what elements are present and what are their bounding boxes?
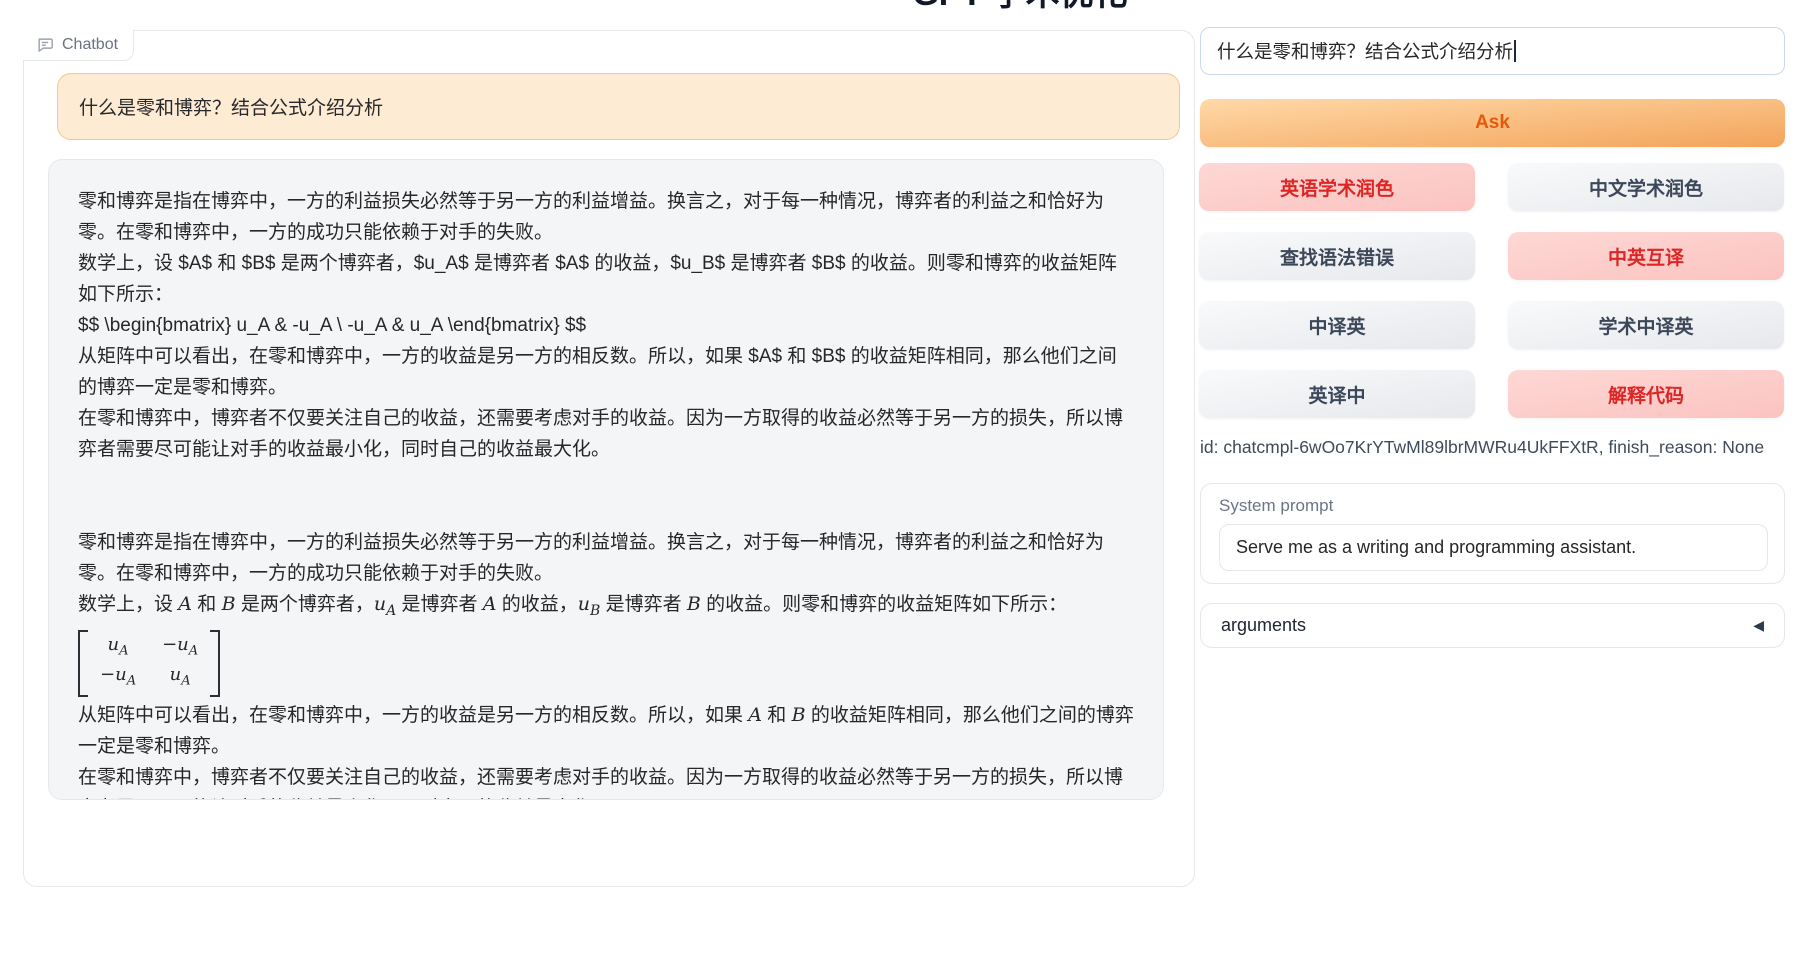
paragraph-spacer	[78, 465, 1134, 527]
system-prompt-input[interactable]	[1219, 524, 1768, 571]
quick-action-explain-code[interactable]: 解释代码	[1508, 370, 1784, 418]
assistant-message-content: 零和博弈是指在博弈中，一方的利益损失必然等于另一方的利益增益。换言之，对于每一种…	[78, 186, 1134, 800]
arguments-accordion-label: arguments	[1221, 615, 1306, 636]
page-title: GPT 学术优化	[820, 0, 1220, 15]
ask-button[interactable]: Ask	[1200, 99, 1785, 147]
quick-action-english-academic-polish[interactable]: 英语学术润色	[1199, 163, 1475, 211]
chat-bubble-icon	[36, 36, 54, 54]
quick-action-find-grammar-errors[interactable]: 查找语法错误	[1199, 232, 1475, 280]
assistant-paragraph: 数学上，设 $A$ 和 $B$ 是两个博弈者，$u_A$ 是博弈者 $A$ 的收…	[78, 248, 1134, 310]
assistant-paragraph: 在零和博弈中，博弈者不仅要关注自己的收益，还需要考虑对手的收益。因为一方取得的收…	[78, 762, 1134, 800]
assistant-paragraph: 从矩阵中可以看出，在零和博弈中，一方的收益是另一方的相反数。所以，如果 $A$ …	[78, 341, 1134, 403]
system-prompt-group: System prompt	[1200, 483, 1785, 584]
question-input-value: 什么是零和博弈？结合公式介绍分析	[1217, 38, 1513, 64]
latex-matrix: uA−uA−uAuA	[78, 627, 1134, 700]
app-canvas: GPT 学术优化 Chatbot 什么是零和博弈？结合公式介绍分析 零和博弈是指…	[0, 0, 1814, 961]
quick-action-zh-to-en[interactable]: 中译英	[1199, 301, 1475, 349]
assistant-paragraph: 零和博弈是指在博弈中，一方的利益损失必然等于另一方的利益增益。换言之，对于每一种…	[78, 186, 1134, 248]
assistant-paragraph: 在零和博弈中，博弈者不仅要关注自己的收益，还需要考虑对手的收益。因为一方取得的收…	[78, 403, 1134, 465]
assistant-paragraph: 数学上，设 A 和 B 是两个博弈者，uA 是博弈者 A 的收益，uB 是博弈者…	[78, 589, 1134, 627]
quick-action-chinese-academic-polish[interactable]: 中文学术润色	[1508, 163, 1784, 211]
system-prompt-label: System prompt	[1219, 496, 1333, 516]
chatbot-label: Chatbot	[23, 30, 134, 61]
quick-actions-grid: 英语学术润色 中文学术润色 查找语法错误 中英互译 中译英 学术中译英 英译中 …	[1199, 163, 1784, 418]
quick-action-en-to-zh[interactable]: 英译中	[1199, 370, 1475, 418]
text-caret	[1514, 40, 1516, 62]
user-message-bubble: 什么是零和博弈？结合公式介绍分析	[57, 73, 1180, 140]
arguments-accordion[interactable]: arguments ◀	[1200, 603, 1785, 648]
chatbot-label-text: Chatbot	[62, 36, 118, 54]
response-status-line: id: chatcmpl-6wOo7KrYTwMl89lbrMWRu4UkFFX…	[1200, 437, 1800, 458]
assistant-paragraph: 从矩阵中可以看出，在零和博弈中，一方的收益是另一方的相反数。所以，如果 A 和 …	[78, 700, 1134, 762]
assistant-paragraph: 零和博弈是指在博弈中，一方的利益损失必然等于另一方的利益增益。换言之，对于每一种…	[78, 527, 1134, 589]
quick-action-zh-en-mutual-translate[interactable]: 中英互译	[1508, 232, 1784, 280]
accordion-collapse-icon: ◀	[1753, 617, 1764, 634]
chatbot-panel: Chatbot 什么是零和博弈？结合公式介绍分析 零和博弈是指在博弈中，一方的利…	[23, 30, 1195, 887]
user-message-text: 什么是零和博弈？结合公式介绍分析	[79, 93, 383, 120]
assistant-paragraph: $$ \begin{bmatrix} u_A & -u_A \ -u_A & u…	[78, 310, 1134, 341]
quick-action-academic-zh-to-en[interactable]: 学术中译英	[1508, 301, 1784, 349]
assistant-message-bubble: 零和博弈是指在博弈中，一方的利益损失必然等于另一方的利益增益。换言之，对于每一种…	[48, 159, 1164, 800]
question-input[interactable]: 什么是零和博弈？结合公式介绍分析	[1200, 27, 1785, 75]
